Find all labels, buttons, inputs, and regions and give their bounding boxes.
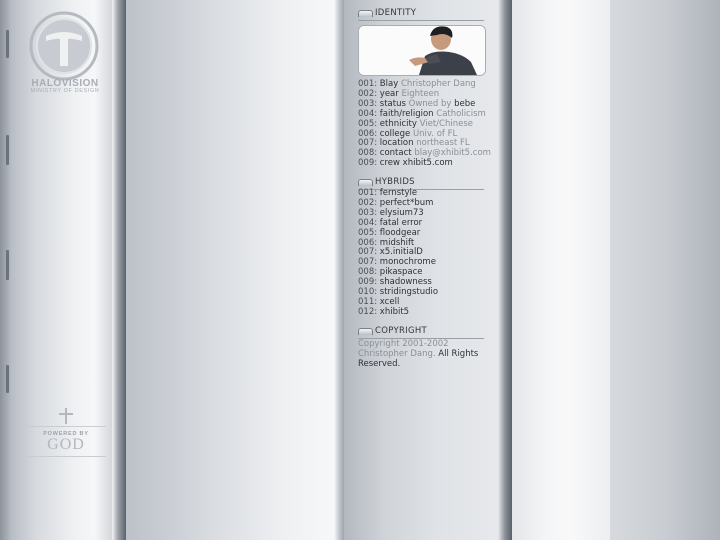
logo-subtitle: MINISTRY OF DESIGN: [30, 88, 100, 94]
panel-notch: [6, 135, 9, 165]
item-value: Christopher Dang: [400, 79, 476, 89]
item-key: college: [379, 128, 411, 139]
item-value: northeast FL: [416, 138, 470, 149]
content-column-edge: [498, 0, 512, 540]
item-value: Catholicism: [436, 108, 486, 119]
item-number: 010:: [358, 287, 378, 298]
item-number: 001:: [358, 188, 378, 198]
hybrid-name[interactable]: stridingstudio: [380, 287, 438, 297]
identity-list: 001: Blay Christopher Dang 002: year Eig…: [358, 79, 498, 169]
item-link-bebe[interactable]: bebe: [454, 99, 475, 109]
item-key: faith/religion: [379, 108, 434, 119]
folder-tab-icon: [358, 328, 373, 335]
hybrid-name[interactable]: xcell: [380, 297, 400, 307]
item-number: 006:: [358, 237, 378, 248]
hybrid-name[interactable]: fatal error: [380, 218, 422, 228]
column-separator: [334, 0, 344, 540]
hybrid-name[interactable]: fernstyle: [380, 188, 417, 198]
folder-tab-icon: [358, 179, 373, 186]
section-title: IDENTITY: [375, 8, 417, 18]
item-number: 009:: [358, 158, 378, 169]
item-number: 001:: [358, 79, 378, 89]
item-number: 007:: [358, 257, 378, 268]
hybrid-name[interactable]: monochrome: [380, 257, 436, 267]
hybrid-name[interactable]: shadowness: [380, 277, 432, 287]
contact-email-link[interactable]: blay@xhibit5.com: [414, 148, 491, 158]
item-value: Owned by: [408, 98, 452, 109]
hybrids-list: 001: fernstyle 002: perfect*bum 003: ely…: [358, 188, 498, 318]
hybrid-name[interactable]: xhibit5: [380, 307, 409, 317]
item-number: 003:: [358, 207, 378, 218]
item-number: 004:: [358, 108, 378, 119]
item-key: contact: [379, 148, 412, 159]
item-key: ethnicity: [379, 118, 417, 129]
item-number: 009:: [358, 277, 378, 288]
item-key: Blay: [379, 79, 399, 89]
item-number: 005:: [358, 227, 378, 238]
list-item: 009: crew xhibit5.com: [358, 158, 498, 169]
item-value: Univ. of FL: [412, 128, 458, 139]
hybrid-name[interactable]: perfect*bum: [380, 198, 434, 208]
hybrid-name[interactable]: floodgear: [380, 228, 420, 238]
section-title: COPYRIGHT: [375, 326, 428, 336]
section-header-copyright: COPYRIGHT: [358, 326, 484, 339]
panel-notch: [6, 30, 9, 58]
hybrid-name[interactable]: x5.initialD: [380, 247, 423, 257]
powered-by-name: GOD: [47, 436, 85, 453]
left-panel-edge: [112, 0, 126, 540]
item-number: 002:: [358, 197, 378, 208]
item-number: 007:: [358, 138, 378, 149]
item-number: 002:: [358, 88, 378, 99]
hybrid-link[interactable]: 012: xhibit5: [358, 306, 498, 318]
logo-text: HALOVISION MINISTRY OF DESIGN: [20, 78, 110, 94]
divider: [26, 456, 106, 457]
item-key: crew: [379, 158, 400, 169]
item-number: 008:: [358, 148, 378, 159]
item-key: status: [379, 98, 406, 109]
powered-by-badge: POWERED BY GOD: [26, 406, 106, 461]
hybrid-name[interactable]: midshift: [380, 238, 414, 248]
item-number: 008:: [358, 267, 378, 278]
copyright-notice: Copyright 2001-2002 Christopher Dang.: [358, 339, 449, 359]
profile-photo: [358, 25, 486, 76]
item-key: year: [379, 88, 399, 99]
divider: [26, 426, 106, 427]
item-number: 012:: [358, 306, 378, 317]
folder-tab-icon: [358, 10, 373, 17]
copyright-text: Copyright 2001-2002 Christopher Dang. Al…: [358, 339, 490, 369]
section-title: HYBRIDS: [375, 177, 415, 187]
item-value: Viet/Chinese: [419, 118, 473, 129]
item-number: 007:: [358, 247, 378, 258]
item-number: 003:: [358, 98, 378, 109]
item-number: 006:: [358, 128, 378, 139]
item-number: 011:: [358, 296, 378, 307]
right-blank-column: [512, 0, 610, 540]
cross-icon: [59, 408, 73, 424]
crew-link[interactable]: xhibit5.com: [403, 158, 453, 168]
hybrid-name[interactable]: pikaspace: [380, 267, 423, 277]
hybrid-name[interactable]: elysium73: [380, 208, 424, 218]
right-edge-column: [610, 0, 720, 540]
item-number: 004:: [358, 217, 378, 228]
panel-notch: [6, 250, 9, 280]
item-key: location: [379, 138, 414, 149]
section-header-identity: IDENTITY: [358, 8, 484, 21]
panel-notch: [6, 365, 9, 393]
item-number: 005:: [358, 118, 378, 129]
blank-column: [126, 0, 336, 540]
item-value: Eighteen: [401, 88, 440, 99]
